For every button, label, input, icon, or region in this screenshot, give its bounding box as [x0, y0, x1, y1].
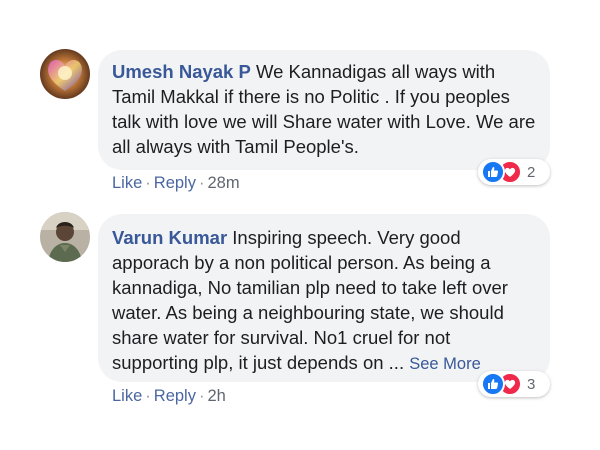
comment-author[interactable]: Umesh Nayak P [112, 61, 251, 82]
reaction-count: 3 [527, 375, 536, 393]
avatar-umesh[interactable] [40, 49, 90, 99]
timestamp[interactable]: 28m [207, 174, 239, 192]
separator: · [198, 387, 205, 405]
comment-actions: Like · Reply · 2h [112, 387, 226, 406]
reaction-count: 2 [527, 163, 536, 181]
separator: · [145, 174, 151, 192]
like-icon [481, 372, 505, 396]
like-icon [481, 160, 505, 184]
separator: · [145, 387, 151, 405]
like-link[interactable]: Like [112, 387, 142, 405]
timestamp[interactable]: 2h [207, 387, 225, 405]
reply-link[interactable]: Reply [154, 174, 196, 192]
see-more-link[interactable]: See More [409, 355, 481, 373]
avatar-varun[interactable] [40, 212, 90, 262]
heart-avatar-icon [40, 49, 90, 99]
comment-author[interactable]: Varun Kumar [112, 227, 227, 248]
comment-bubble-1: Umesh Nayak P We Kannadigas all ways wit… [98, 50, 550, 170]
reactions-summary[interactable]: 3 [478, 371, 550, 397]
reply-link[interactable]: Reply [154, 387, 196, 405]
comment-text: Inspiring speech. Very good apporach by … [112, 227, 508, 373]
person-avatar-icon [40, 212, 90, 262]
comment-actions: Like · Reply · 28m [112, 174, 240, 193]
like-link[interactable]: Like [112, 174, 142, 192]
reactions-summary[interactable]: 2 [478, 159, 550, 185]
separator: · [198, 174, 205, 192]
comment-bubble-2: Varun Kumar Inspiring speech. Very good … [98, 214, 550, 382]
